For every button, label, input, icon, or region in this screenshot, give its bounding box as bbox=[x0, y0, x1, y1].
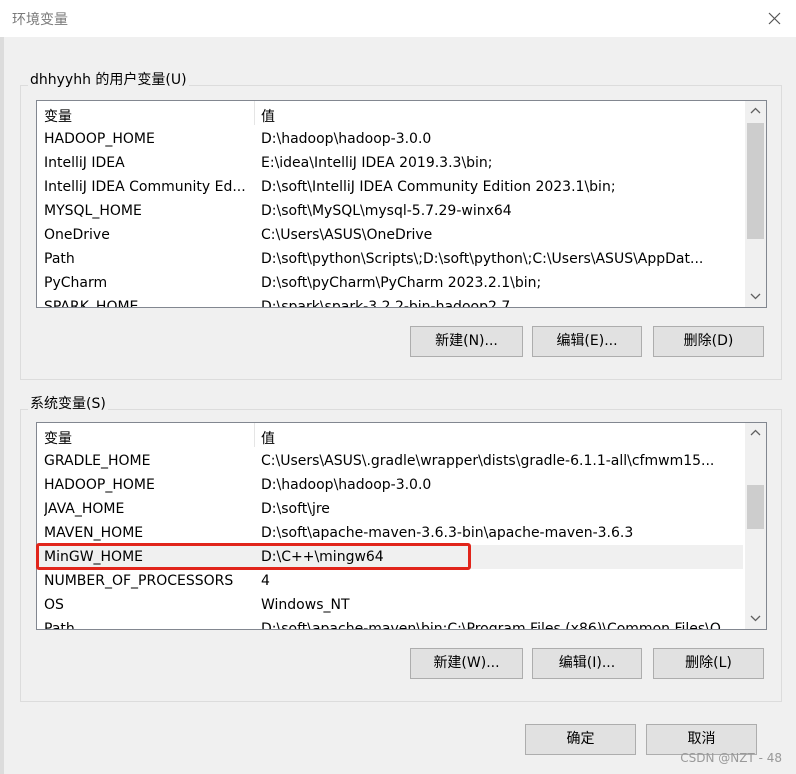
column-header-value[interactable]: 值 bbox=[261, 428, 275, 448]
table-row[interactable]: HADOOP_HOME D:\hadoop\hadoop-3.0.0 bbox=[37, 127, 743, 151]
scroll-up-button[interactable] bbox=[745, 101, 766, 121]
variable-name: Path bbox=[44, 251, 75, 267]
table-row[interactable]: OS Windows_NT bbox=[37, 593, 743, 617]
variable-value: D:\soft\pyCharm\PyCharm 2023.2.1\bin; bbox=[261, 275, 542, 291]
variable-name: MAVEN_HOME bbox=[44, 525, 144, 541]
table-row[interactable]: MinGW_HOME D:\C++\mingw64 bbox=[37, 545, 743, 569]
variable-name: PyCharm bbox=[44, 275, 108, 291]
table-row[interactable]: IntelliJ IDEA E:\idea\IntelliJ IDEA 2019.… bbox=[37, 151, 743, 175]
close-icon bbox=[768, 12, 781, 25]
system-delete-button[interactable]: 删除(L) bbox=[653, 648, 764, 679]
table-row[interactable]: HADOOP_HOME D:\hadoop\hadoop-3.0.0 bbox=[37, 473, 743, 497]
table-row[interactable]: SPARK_HOME D:\spark\spark-3.2.2-bin-hadoo… bbox=[37, 295, 743, 308]
user-variable-rows: HADOOP_HOME D:\hadoop\hadoop-3.0.0 Intelli… bbox=[37, 127, 743, 308]
scroll-down-button[interactable] bbox=[745, 609, 766, 629]
variable-value: D:\soft\IntelliJ IDEA Community Edition … bbox=[261, 179, 616, 195]
system-new-button[interactable]: 新建(W)... bbox=[410, 648, 523, 679]
list-header: 变量 值 bbox=[37, 101, 743, 125]
user-delete-button[interactable]: 删除(D) bbox=[653, 326, 764, 357]
variable-name: OneDrive bbox=[44, 227, 110, 243]
variable-value: D:\C++\mingw64 bbox=[261, 549, 384, 565]
variable-value: E:\idea\IntelliJ IDEA 2019.3.3\bin; bbox=[261, 155, 493, 171]
variable-name: OS bbox=[44, 597, 64, 613]
system-list-scrollbar[interactable] bbox=[745, 423, 766, 629]
variable-value: Windows_NT bbox=[261, 597, 350, 613]
system-variables-label: 系统变量(S) bbox=[28, 393, 108, 413]
variable-name: MYSQL_HOME bbox=[44, 203, 142, 219]
dialog-title: 环境变量 bbox=[12, 12, 68, 28]
chevron-up-icon bbox=[750, 429, 761, 436]
variable-value: D:\hadoop\hadoop-3.0.0 bbox=[261, 477, 432, 493]
variable-name: GRADLE_HOME bbox=[44, 453, 151, 469]
variable-name: HADOOP_HOME bbox=[44, 477, 155, 493]
variable-value: D:\spark\spark-3.2.2-bin-hadoop2.7 bbox=[261, 299, 511, 308]
variable-name: IntelliJ IDEA Community Ed... bbox=[44, 179, 246, 195]
variable-name: MinGW_HOME bbox=[44, 549, 144, 565]
variable-name: SPARK_HOME bbox=[44, 299, 139, 308]
table-row[interactable]: GRADLE_HOME C:\Users\ASUS\.gradle\wrapper… bbox=[37, 449, 743, 473]
close-button[interactable] bbox=[760, 5, 790, 31]
variable-name: NUMBER_OF_PROCESSORS bbox=[44, 573, 234, 589]
table-row[interactable]: JAVA_HOME D:\soft\jre bbox=[37, 497, 743, 521]
scroll-down-button[interactable] bbox=[745, 287, 766, 307]
chevron-down-icon bbox=[750, 293, 761, 300]
variable-value: D:\soft\apache-maven-3.6.3-bin\apache-ma… bbox=[261, 525, 634, 541]
user-variables-list[interactable]: 变量 值 HADOOP_HOME D:\hadoop\hadoop-3.0.0 In… bbox=[36, 100, 767, 308]
table-row[interactable]: MYSQL_HOME D:\soft\MySQL\mysql-5.7.29-win… bbox=[37, 199, 743, 223]
column-header-name[interactable]: 变量 bbox=[44, 428, 72, 448]
variable-value: C:\Users\ASUS\.gradle\wrapper\dists\grad… bbox=[261, 453, 715, 469]
system-edit-button[interactable]: 编辑(I)... bbox=[532, 648, 642, 679]
column-divider bbox=[254, 423, 255, 447]
table-row[interactable]: IntelliJ IDEA Community Ed... D:\soft\Int… bbox=[37, 175, 743, 199]
table-row[interactable]: NUMBER_OF_PROCESSORS 4 bbox=[37, 569, 743, 593]
title-bar: 环境变量 bbox=[0, 0, 796, 37]
chevron-up-icon bbox=[750, 107, 761, 114]
table-row[interactable]: OneDrive C:\Users\ASUS\OneDrive bbox=[37, 223, 743, 247]
watermark-text: CSDN @NZT - 48 bbox=[680, 751, 782, 765]
user-variables-label: dhhyyhh 的用户变量(U) bbox=[28, 69, 189, 89]
variable-value: C:\Users\ASUS\OneDrive bbox=[261, 227, 433, 243]
variable-value: 4 bbox=[261, 573, 270, 589]
variable-value: D:\hadoop\hadoop-3.0.0 bbox=[261, 131, 432, 147]
scroll-up-button[interactable] bbox=[745, 423, 766, 443]
ok-button[interactable]: 确定 bbox=[525, 724, 636, 755]
variable-value: D:\soft\python\Scripts\;D:\soft\python\;… bbox=[261, 251, 704, 267]
user-list-scrollbar[interactable] bbox=[745, 101, 766, 307]
table-row[interactable]: MAVEN_HOME D:\soft\apache-maven-3.6.3-bin… bbox=[37, 521, 743, 545]
variable-name: HADOOP_HOME bbox=[44, 131, 155, 147]
column-header-value[interactable]: 值 bbox=[261, 106, 275, 126]
scroll-thumb[interactable] bbox=[747, 123, 764, 239]
system-variable-rows: GRADLE_HOME C:\Users\ASUS\.gradle\wrapper… bbox=[37, 449, 743, 630]
environment-variables-dialog: 环境变量 dhhyyhh 的用户变量(U) 变量 值 HADOOP_HOME D:… bbox=[0, 0, 796, 774]
user-new-button[interactable]: 新建(N)... bbox=[410, 326, 523, 357]
column-divider bbox=[254, 101, 255, 125]
variable-value: D:\soft\jre bbox=[261, 501, 330, 517]
table-row[interactable]: Path D:\soft\python\Scripts\;D:\soft\pyth… bbox=[37, 247, 743, 271]
variable-value: D:\soft\apache-maven\bin;C:\Program File… bbox=[261, 621, 737, 630]
user-edit-button[interactable]: 编辑(E)... bbox=[532, 326, 642, 357]
table-row[interactable]: Path D:\soft\apache-maven\bin;C:\Program … bbox=[37, 617, 743, 630]
chevron-down-icon bbox=[750, 615, 761, 622]
list-header: 变量 值 bbox=[37, 423, 743, 447]
variable-name: Path bbox=[44, 621, 75, 630]
column-header-name[interactable]: 变量 bbox=[44, 106, 72, 126]
variable-name: IntelliJ IDEA bbox=[44, 155, 125, 171]
variable-name: JAVA_HOME bbox=[44, 501, 125, 517]
background-strip bbox=[0, 37, 4, 774]
variable-value: D:\soft\MySQL\mysql-5.7.29-winx64 bbox=[261, 203, 512, 219]
scroll-thumb[interactable] bbox=[747, 485, 764, 529]
table-row[interactable]: PyCharm D:\soft\pyCharm\PyCharm 2023.2.1\… bbox=[37, 271, 743, 295]
system-variables-list[interactable]: 变量 值 GRADLE_HOME C:\Users\ASUS\.gradle\wr… bbox=[36, 422, 767, 630]
